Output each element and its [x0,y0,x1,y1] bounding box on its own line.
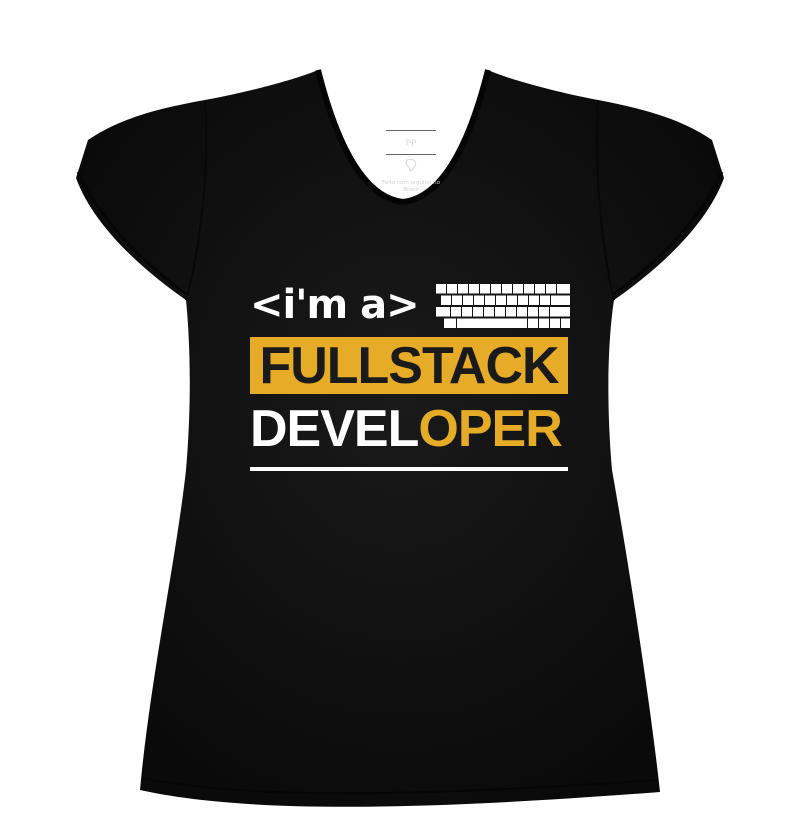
keyboard-key [463,295,473,305]
keyboard-key [458,284,468,294]
developer-white-part: DEVEL [250,400,419,458]
keyboard-key [457,318,527,328]
keyboard-key [485,295,495,305]
fullstack-banner: FULLSTACK [250,337,568,395]
keyboard-key [539,307,549,317]
keyboard-key [496,295,506,305]
keyboard-key [495,307,505,317]
keyboard-key [517,307,527,317]
keyboard-key [518,295,528,305]
keyboard-key [550,307,570,317]
fullstack-text: FULLSTACK [259,337,559,395]
print-underline [250,467,568,471]
developer-text: DEVELOPER [250,399,570,459]
keyboard-key [551,295,570,305]
keyboard-key [474,295,484,305]
keyboard-key [539,318,549,328]
keyboard-key [506,307,516,317]
print-line1: <i'm a> [250,282,570,332]
keyboard-key [561,318,570,328]
label-divider-top [386,130,436,131]
keyboard-icon [436,284,570,328]
keyboard-key [529,295,539,305]
keyboard-key [528,307,538,317]
keyboard-key [513,284,523,294]
keyboard-key [462,307,472,317]
keyboard-key [546,284,556,294]
keyboard-key [480,284,490,294]
keyboard-key [528,318,538,328]
keyboard-key [491,284,501,294]
made-in-text: Feito com orgulho no Brasil [381,180,441,193]
keyboard-key [469,284,479,294]
keyboard-key [524,284,534,294]
size-label: PP Feito com orgulho no Brasil [382,130,440,210]
keyboard-key [550,318,560,328]
keyboard-key [507,295,517,305]
keyboard-key [447,284,457,294]
keyboard-key [444,318,456,328]
keyboard-key [436,307,450,317]
keyboard-key [436,284,446,294]
ima-text: <i'm a> [250,282,420,328]
label-divider-bottom [386,154,436,155]
size-text: PP [405,139,417,149]
keyboard-key [557,284,570,294]
keyboard-key [540,295,550,305]
keyboard-key [473,307,483,317]
keyboard-key [451,307,461,317]
keyboard-key [502,284,512,294]
keyboard-key [535,284,545,294]
keyboard-key [452,295,462,305]
developer-yellow-part: OPER [418,400,562,458]
brazil-map-icon [405,158,417,172]
keyboard-key [441,295,451,305]
keyboard-key [484,307,494,317]
